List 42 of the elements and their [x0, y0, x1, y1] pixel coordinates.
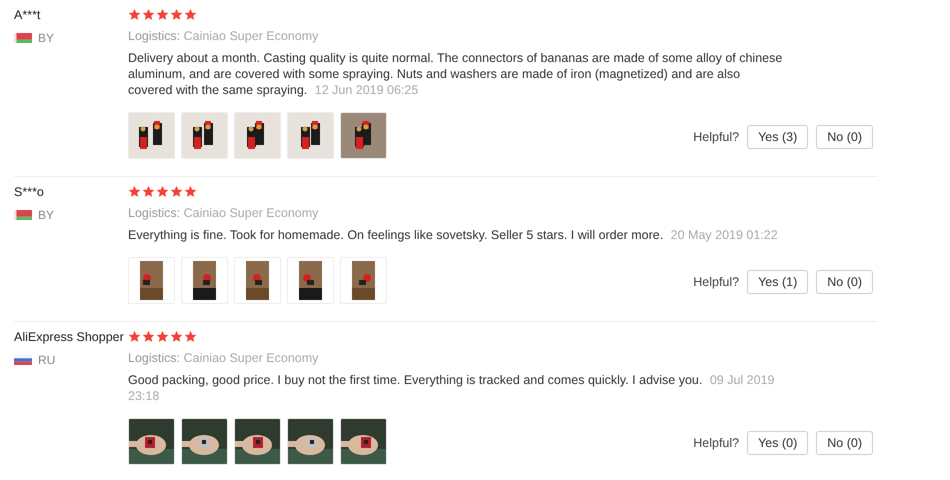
logistics-label: Logistics:	[128, 351, 180, 365]
star-icon	[128, 8, 141, 20]
star-icon	[184, 330, 197, 342]
star-icon	[128, 184, 141, 198]
yes-button[interactable]: Yes (1)	[747, 270, 808, 294]
no-button[interactable]: No (0)	[816, 270, 873, 294]
star-icon	[156, 330, 169, 342]
reviewer-name: A***t	[14, 7, 42, 23]
reviewer-name: AliExpress Shopper	[14, 329, 125, 345]
review-text: Delivery about a month. Casting quality is quite normal. The connectors of bananas are made of some alloy of chinese aluminum, and are covered with some spraying. Nuts and washers are made of iron (magnetized) and are also covered with the same spraying. 12 Jun 2019 06:25	[128, 50, 783, 98]
helpful-label: Helpful?	[693, 436, 740, 450]
star-icon	[184, 8, 197, 20]
star-icon	[156, 184, 169, 198]
no-button[interactable]: No (0)	[816, 430, 873, 454]
star-icon	[170, 330, 183, 342]
star-icon	[142, 184, 155, 198]
star-icon	[128, 330, 141, 342]
helpful-label: Helpful?	[693, 130, 740, 144]
yes-button[interactable]: Yes (0)	[747, 430, 808, 454]
no-button[interactable]: No (0)	[816, 124, 873, 148]
logistics-value: Cainiao Super Economy	[184, 206, 318, 220]
star-icon	[170, 8, 183, 20]
country-code: BY	[38, 208, 54, 222]
star-icon	[142, 8, 155, 20]
logistics-value: Cainiao Super Economy	[184, 351, 318, 365]
country-code: RU	[38, 353, 56, 367]
star-icon	[142, 330, 155, 342]
country-code: BY	[38, 31, 54, 45]
logistics-label: Logistics:	[128, 29, 180, 43]
flag-icon	[14, 33, 32, 43]
reviewer-name: S***o	[14, 184, 45, 200]
review-text: Good packing, good price. I buy not the first time. Everything is tracked and comes quickly. I advise you. 09 Jul 2019 23:18	[128, 372, 776, 404]
flag-icon	[14, 210, 32, 220]
yes-button[interactable]: Yes (3)	[747, 124, 808, 148]
logistics-label: Logistics:	[128, 206, 180, 220]
logistics-value: Cainiao Super Economy	[184, 29, 318, 43]
helpful-label: Helpful?	[693, 274, 740, 288]
review-text: Everything is fine. Took for homemade. On feelings like sovetsky. Seller 5 stars. I will order more. 20 May 2019 01:22	[128, 227, 779, 243]
star-icon	[156, 8, 169, 20]
star-icon	[170, 184, 183, 198]
star-icon	[184, 184, 197, 198]
flag-icon	[14, 355, 32, 365]
